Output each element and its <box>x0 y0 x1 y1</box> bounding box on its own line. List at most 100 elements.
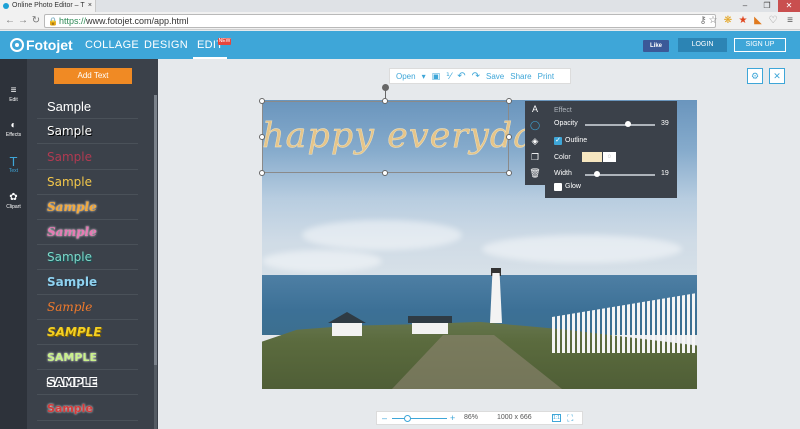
text-style-11[interactable]: SAMPLE <box>37 345 138 370</box>
text-style-12[interactable]: SAMPLE <box>37 370 138 395</box>
bookmark-star-icon[interactable]: ☆ <box>707 15 719 27</box>
resize-handle-n[interactable] <box>382 98 388 104</box>
tab-close-icon[interactable]: × <box>88 0 92 12</box>
photo-cloud <box>302 220 462 250</box>
rail-edit[interactable]: ≡ Edit <box>0 81 27 117</box>
settings-gear-icon[interactable]: ⚙ <box>747 68 763 84</box>
rail-text[interactable]: T Text <box>0 152 27 188</box>
text-style-5[interactable]: Sample <box>37 195 138 220</box>
rail-effects[interactable]: ◐ Effects <box>0 116 27 152</box>
zoom-out-icon[interactable]: – <box>382 412 387 424</box>
window-close-icon[interactable]: ✕ <box>778 0 800 12</box>
resize-handle-s[interactable] <box>382 170 388 176</box>
text-style-9[interactable]: Sample <box>37 295 138 320</box>
extension-icon-4[interactable]: ♡ <box>767 15 779 27</box>
new-badge: NEW <box>218 38 231 45</box>
open-button[interactable]: Open <box>390 72 419 81</box>
save-button[interactable]: Save <box>483 72 507 81</box>
add-text-button[interactable]: Add Text <box>54 68 132 84</box>
text-style-3[interactable]: Sample <box>37 145 138 170</box>
rail-clipart[interactable]: ✿ Clipart <box>0 188 27 224</box>
rail-effects-label: Effects <box>5 132 22 138</box>
sliders-icon: ≡ <box>10 85 17 96</box>
image-icon[interactable]: ▣ <box>429 71 444 82</box>
opacity-slider-knob[interactable] <box>625 121 632 127</box>
fotojet-logo[interactable]: Fotojet <box>10 36 73 54</box>
resize-handle-sw[interactable] <box>259 170 265 176</box>
resize-handle-ne[interactable] <box>506 98 512 104</box>
font-icon[interactable]: A <box>525 101 545 117</box>
editor-toolbar: Open ▾ ▣ ⅟ ↶ ↷ Save Share Print <box>389 68 571 84</box>
fb-like-label: Like <box>649 43 662 49</box>
tool-rail: ≡ Edit ◐ Effects T Text ✿ Clipart <box>0 59 27 429</box>
reload-icon[interactable]: ↻ <box>30 15 42 27</box>
color-picker-icon[interactable]: ◌ <box>603 152 616 162</box>
minimize-icon[interactable]: – <box>734 0 756 12</box>
outline-label: Outline <box>565 137 588 144</box>
zoom-slider-knob[interactable] <box>404 415 411 422</box>
photo-cloud <box>482 235 682 263</box>
open-dropdown-icon[interactable]: ▾ <box>419 72 429 81</box>
color-label: Color <box>554 154 571 161</box>
url-input[interactable]: 🔒 https://www.fotojet.com/app.html <box>44 14 716 28</box>
print-button[interactable]: Print <box>535 72 557 81</box>
house <box>412 322 448 334</box>
login-button[interactable]: LOGIN <box>678 38 727 52</box>
text-style-13[interactable]: Sample <box>37 396 138 421</box>
zoom-slider[interactable] <box>392 418 447 419</box>
duplicate-icon[interactable]: ❐ <box>525 149 545 165</box>
resize-handle-nw[interactable] <box>259 98 265 104</box>
facebook-like-button[interactable]: Like <box>643 40 669 52</box>
extension-icon-1[interactable]: ❋ <box>722 15 734 27</box>
redo-icon[interactable]: ↷ <box>469 71 483 82</box>
actual-size-button[interactable]: 1:1 <box>552 414 561 422</box>
zoom-bar: – + 86% 1000 x 666 1:1 ⛶ <box>376 411 583 425</box>
nav-design[interactable]: DESIGN <box>144 39 188 51</box>
extension-icon-2[interactable]: ★ <box>737 15 749 27</box>
close-editor-icon[interactable]: ✕ <box>769 68 785 84</box>
browser-tab[interactable]: Online Photo Editor – T × <box>0 0 96 12</box>
image-dimensions: 1000 x 666 <box>497 414 532 421</box>
glow-checkbox[interactable] <box>554 183 562 191</box>
effect-title: Effect <box>554 107 572 114</box>
outline-checkbox[interactable]: ✓ <box>554 137 562 145</box>
canvas-text[interactable]: happy everyday <box>262 111 555 161</box>
outline-color-swatch[interactable] <box>582 152 602 162</box>
signup-button[interactable]: SIGN UP <box>734 38 786 52</box>
tab-title: Online Photo Editor – T <box>12 2 85 9</box>
back-icon[interactable]: ← <box>4 15 16 27</box>
resize-handle-w[interactable] <box>259 134 265 140</box>
effect-panel: Effect Opacity 39 ✓ Outline Color ◌ Widt… <box>545 101 677 198</box>
zoom-in-icon[interactable]: + <box>450 412 455 424</box>
browser-menu-icon[interactable]: ≡ <box>784 15 796 27</box>
browser-tabbar: Online Photo Editor – T × – ❐ ✕ <box>0 0 800 12</box>
share-button[interactable]: Share <box>507 72 534 81</box>
text-style-1[interactable]: Sample <box>37 94 138 119</box>
delete-icon[interactable]: 🗑 <box>525 165 545 181</box>
text-style-6[interactable]: Sample <box>37 220 138 245</box>
layer-icon[interactable]: ◈ <box>525 133 545 149</box>
panel-scroll-thumb[interactable] <box>154 95 157 365</box>
resize-handle-e[interactable] <box>506 134 512 140</box>
maximize-icon[interactable]: ❐ <box>756 0 778 12</box>
effect-icon[interactable]: ◯ <box>525 117 545 133</box>
extension-icon-3[interactable]: ◣ <box>752 15 764 27</box>
forward-icon[interactable]: → <box>17 15 29 27</box>
rotate-handle[interactable] <box>382 84 389 91</box>
text-style-2[interactable]: Sample <box>37 119 138 144</box>
text-style-7[interactable]: Sample <box>37 245 138 270</box>
width-slider-knob[interactable] <box>594 171 600 177</box>
photo-cloud <box>262 250 382 272</box>
text-style-8[interactable]: Sample <box>37 270 138 295</box>
text-style-4[interactable]: Sample <box>37 170 138 195</box>
resize-handle-se[interactable] <box>506 170 512 176</box>
text-side-tools: A ◯ ◈ ❐ 🗑 <box>525 101 545 185</box>
opacity-slider[interactable] <box>585 124 655 126</box>
nav-collage[interactable]: COLLAGE <box>85 39 139 51</box>
compare-icon[interactable]: ⅟ <box>443 71 454 82</box>
undo-icon[interactable]: ↶ <box>454 71 468 82</box>
logo-text: Fotojet <box>26 37 73 53</box>
fit-screen-icon[interactable]: ⛶ <box>567 412 573 424</box>
text-style-10[interactable]: SAMPLE <box>37 320 138 345</box>
rail-edit-label: Edit <box>9 97 18 103</box>
